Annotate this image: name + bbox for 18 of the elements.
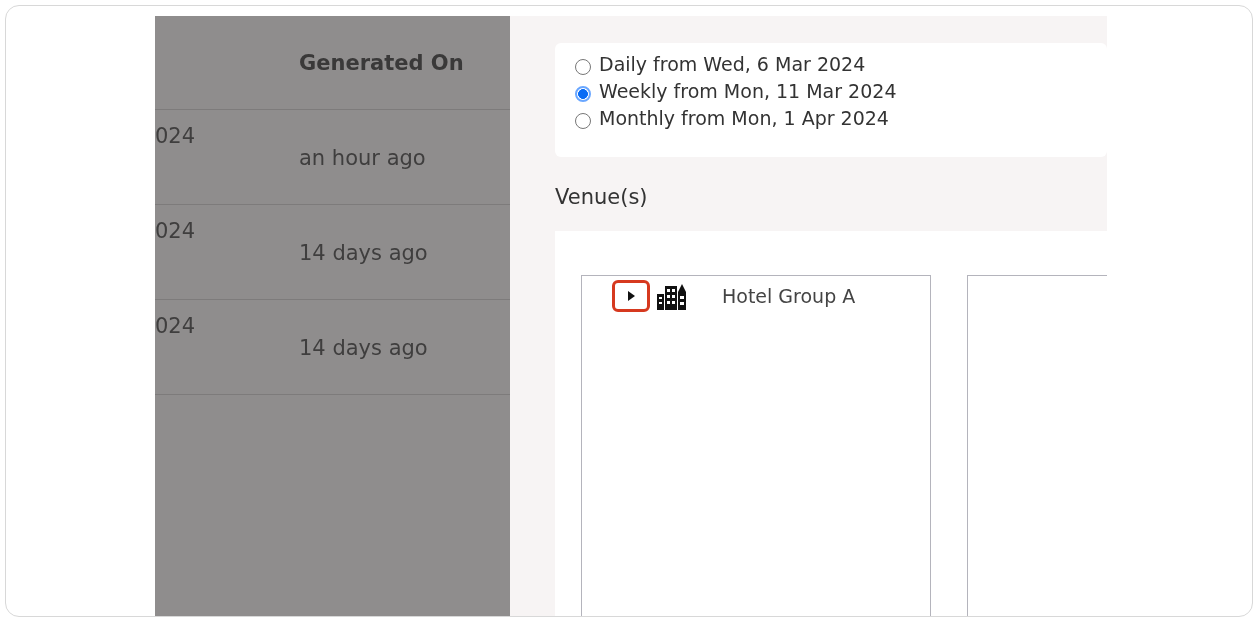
table-cell-text: 14 days ago (299, 240, 428, 267)
buildings-icon (656, 282, 688, 310)
table-cell-text: 024 (155, 123, 197, 150)
table-cell-text: 14 days ago (299, 335, 428, 362)
table-cell-text: 024 (155, 313, 197, 340)
radio-button[interactable] (575, 86, 591, 102)
column-header: Generated On (299, 50, 464, 75)
section-heading: Venue(s) (555, 185, 649, 209)
radio-button[interactable] (575, 59, 591, 75)
tree-item-label[interactable]: Hotel Group A (722, 285, 856, 307)
radio-label[interactable]: Daily from Wed, 6 Mar 2024 (599, 53, 866, 75)
radio-label[interactable]: Monthly from Mon, 1 Apr 2024 (599, 107, 889, 129)
table-cell-text: 024 (155, 218, 197, 245)
radio-label[interactable]: Weekly from Mon, 11 Mar 2024 (599, 80, 897, 102)
caret-icon (626, 290, 636, 302)
table-cell-text: an hour ago (299, 145, 426, 172)
radio-button[interactable] (575, 113, 591, 129)
expand-toggle[interactable] (612, 280, 650, 312)
